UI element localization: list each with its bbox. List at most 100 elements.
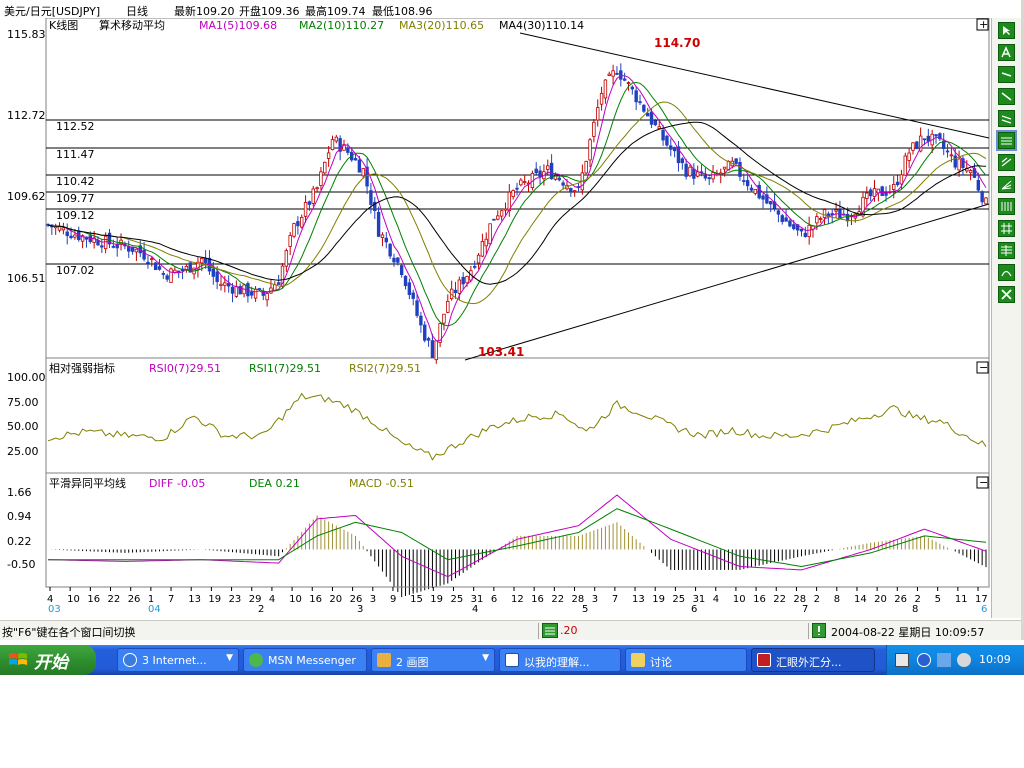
candle-body (265, 293, 269, 301)
y-tick-rsi-3: 25.00 (7, 445, 39, 458)
fan-tool-button[interactable] (998, 176, 1015, 193)
x-tick-label: 12 (511, 594, 524, 605)
candle-body (426, 338, 431, 341)
channel-tool-button[interactable] (998, 154, 1015, 171)
parallel-tool-button[interactable] (998, 110, 1015, 127)
x-tick-label: 14 (854, 594, 867, 605)
chart-canvas[interactable]: K线图 算术移动平均 MA1(5)109.68 MA2(10)110.27 MA… (0, 17, 991, 618)
instrument-name[interactable]: 美元/日元[USDJPY] (4, 3, 100, 19)
task-discussion[interactable]: 讨论 (625, 648, 747, 672)
task-label: 汇眼外汇分... (776, 656, 842, 669)
y-tick-rsi-1: 75.00 (7, 396, 39, 409)
candle-body (538, 170, 542, 178)
candle-body (911, 142, 915, 151)
start-button[interactable]: 开始 (0, 645, 96, 675)
chevron-left-icon[interactable] (917, 653, 931, 667)
candle-body (638, 101, 642, 104)
x-tick-label: 25 (450, 594, 463, 605)
fibonacci-tool-button[interactable] (998, 198, 1015, 215)
x-tick-label: 20 (329, 594, 342, 605)
x-tick-label: 10 (289, 594, 302, 605)
candle-body (672, 147, 677, 152)
candle-body (73, 234, 77, 238)
trend-tool-button[interactable] (998, 88, 1015, 105)
status-bar: 按"F6"键在各个窗口间切换 .20 2004-08-22 星期日 10:09:… (0, 620, 1021, 640)
grid-icon[interactable] (542, 623, 558, 638)
candle-body (592, 121, 596, 137)
candle-body (949, 154, 954, 157)
candle-body (111, 245, 116, 248)
indicator-name[interactable]: 算术移动平均 (99, 18, 165, 32)
task-label: 2 画图 (396, 656, 429, 669)
task-internet[interactable]: 3 Internet... ▼ (117, 648, 239, 672)
candle-body (926, 135, 931, 142)
messenger-tray-icon[interactable] (957, 653, 971, 667)
task-paint[interactable]: 2 画图 ▼ (371, 648, 495, 672)
text-tool-button[interactable] (998, 44, 1015, 61)
candle-body (515, 187, 519, 190)
candle-body (922, 138, 927, 141)
parallel-lines-icon (1001, 115, 1012, 124)
y-tick-rsi-2: 50.00 (7, 420, 39, 433)
x-month-label: 2 (258, 604, 264, 615)
candle-body (945, 150, 950, 153)
candle-body (742, 180, 746, 182)
candle-body (165, 275, 169, 280)
candle-body (146, 261, 150, 264)
chart-area[interactable]: K线图 算术移动平均 MA1(5)109.68 MA2(10)110.27 MA… (0, 17, 991, 618)
candle-body (100, 245, 104, 248)
candle-body (446, 300, 450, 313)
diff-label: DIFF -0.05 (149, 477, 205, 490)
candle-body (334, 136, 339, 142)
task-msn[interactable]: MSN Messenger (243, 648, 367, 672)
x-tick-label: 19 (652, 594, 665, 605)
macd-panel-title: 平滑异同平均线 (49, 476, 126, 490)
line-tool-button[interactable] (998, 66, 1015, 83)
candle-body (223, 282, 227, 286)
candle-body (803, 232, 808, 237)
candle-body (957, 158, 961, 171)
network-icon[interactable] (937, 653, 951, 667)
candle-body (599, 93, 604, 105)
gann-tool-button[interactable] (998, 220, 1015, 237)
candle-body (153, 262, 158, 270)
x-tick-label: 15 (410, 594, 423, 605)
status-price: .20 (560, 624, 578, 637)
candle-body (711, 172, 715, 180)
period-label[interactable]: 日线 (126, 3, 148, 19)
cursor-tool-button[interactable] (998, 22, 1015, 39)
cursor-icon (1003, 26, 1010, 35)
arc-tool-button[interactable] (998, 264, 1015, 281)
horizontal-tool-button[interactable] (996, 130, 1017, 151)
task-word[interactable]: 以我的理解... (499, 648, 621, 672)
arc-icon (1001, 270, 1012, 277)
x-tick-label: 20 (874, 594, 887, 605)
task-forex-app[interactable]: 汇眼外汇分... (751, 648, 875, 672)
x-month-label: 8 (912, 604, 918, 615)
candle-body (384, 237, 388, 243)
candle-body (569, 188, 573, 192)
macd-collapse-symbol: − (979, 476, 988, 489)
x-month-label: 7 (802, 604, 808, 615)
word-icon (505, 653, 519, 667)
x-tick-label: 26 (128, 594, 141, 605)
candle-body (707, 177, 711, 180)
delete-tool-button[interactable] (998, 286, 1015, 303)
cycle-tool-button[interactable] (998, 242, 1015, 259)
candle-body (69, 235, 73, 239)
candle-body (161, 273, 166, 275)
task-label: 讨论 (650, 656, 672, 669)
x-tick-label: 3 (592, 594, 598, 605)
candle-body (465, 276, 469, 284)
x-tick-label: 16 (309, 594, 322, 605)
level-label-5: 107.02 (56, 264, 95, 277)
paint-icon (377, 653, 391, 667)
keyboard-icon[interactable] (895, 653, 909, 667)
tray-clock[interactable]: 10:09 (979, 653, 1011, 666)
chevron-down-icon: ▼ (226, 653, 233, 663)
macd-label: MACD -0.51 (349, 477, 414, 490)
candle-body (738, 161, 742, 177)
alert-icon[interactable] (812, 623, 826, 638)
candle-body (200, 258, 204, 264)
x-tick-label: 10 (733, 594, 746, 605)
